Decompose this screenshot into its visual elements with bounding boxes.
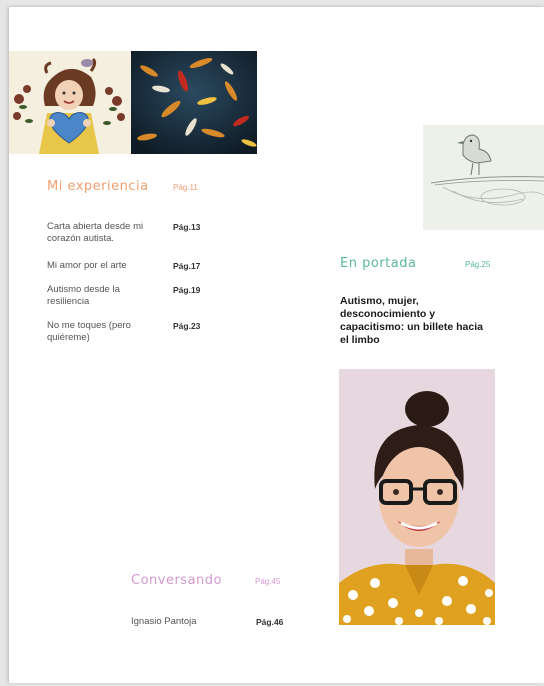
cover-story-headline[interactable]: Autismo, mujer, desconocimiento y capaci… [340,295,490,347]
koi-fish-painting [131,51,257,154]
toc-item-title[interactable]: Ignasio Pantoja [131,616,241,628]
toc-item-page: Pág.23 [173,321,201,331]
toc-item-page: Pág.46 [256,617,284,627]
magazine-page: Mi experiencia Pág.11 Carta abierta desd… [9,7,544,683]
section-page-en-portada: Pág.25 [465,260,491,269]
toc-item-title[interactable]: No me toques (pero quiéreme) [47,320,157,343]
toc-item-page: Pág.13 [173,222,201,232]
section-page-conversando: Pág.45 [255,577,281,586]
section-title-conversando: Conversando [131,573,222,588]
section-page-mi-experiencia: Pág.11 [173,183,198,192]
section-title-mi-experiencia: Mi experiencia [47,179,149,194]
girl-heart-illustration [9,51,131,154]
section-title-en-portada: En portada [340,256,417,271]
toc-item-page: Pág.17 [173,261,201,271]
toc-item-page: Pág.19 [173,285,201,295]
cover-photo-woman [339,369,495,625]
bird-sketch-illustration [423,125,544,230]
toc-item-title[interactable]: Autismo desde la resiliencia [47,284,147,307]
toc-item-title[interactable]: Mi amor por el arte [47,260,165,272]
toc-item-title[interactable]: Carta abierta desde mi corazón autista. [47,221,165,244]
